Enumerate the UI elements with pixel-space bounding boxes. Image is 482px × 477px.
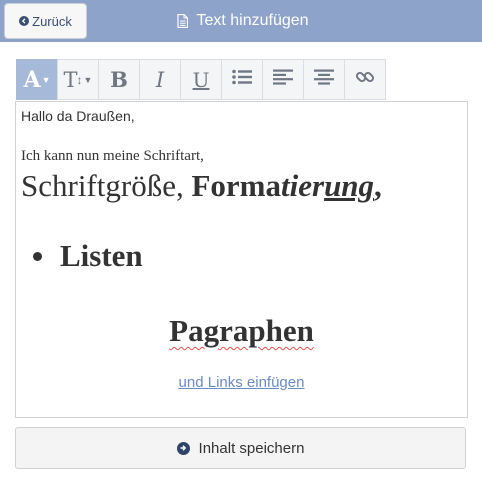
document-icon (177, 14, 189, 28)
editor-link[interactable]: und Links einfügen (16, 374, 467, 391)
list-item-text: Listen (60, 238, 143, 273)
caret-down-icon: ▼ (41, 74, 51, 85)
back-button[interactable]: Zurück (4, 3, 87, 39)
back-button-label: Zurück (32, 13, 72, 29)
bullet-list-button[interactable] (221, 59, 263, 100)
page-title-text: Text hinzufügen (196, 12, 309, 29)
font-size-icon: T (63, 67, 78, 92)
underline-button[interactable]: U (180, 59, 222, 100)
font-color-icon: A (23, 66, 41, 93)
save-button-label: Inhalt speichern (198, 439, 305, 457)
text-comma: , (374, 168, 382, 203)
arrow-right-circle-icon (176, 441, 190, 455)
font-size-button[interactable]: T ↕ ▼ (57, 59, 99, 100)
font-color-button[interactable]: A ▼ (16, 59, 58, 100)
link-icon (355, 68, 375, 91)
bold-button[interactable]: B (98, 59, 140, 100)
align-center-button[interactable] (303, 59, 345, 100)
editor-line-intro: Ich kann nun meine Schriftart, (21, 148, 204, 164)
italic-icon: I (155, 67, 165, 92)
bullet-icon (33, 251, 42, 261)
editor-paragraph-heading: Pagraphen (169, 313, 314, 348)
text-editor-area[interactable]: Hallo da Draußen, Ich kann nun meine Sch… (15, 101, 468, 418)
align-left-button[interactable] (262, 59, 304, 100)
text-height-icon: ↕ (76, 72, 83, 87)
list-item: Listen (33, 238, 143, 274)
text-bold-italic: tier (281, 168, 325, 203)
underline-icon: U (192, 67, 210, 92)
bold-icon: B (110, 67, 128, 92)
chevron-left-circle-icon (19, 16, 30, 26)
save-content-button[interactable]: Inhalt speichern (15, 427, 466, 469)
text-underlined: ung (324, 168, 375, 203)
editor-line-formatting: Schriftgröße, Formatierung, (21, 168, 382, 204)
text-plain: Schriftgröße, (21, 168, 192, 203)
text-bold: Forma (191, 168, 281, 203)
caret-down-icon: ▼ (83, 74, 93, 85)
align-center-icon (314, 69, 334, 90)
link-button[interactable] (344, 59, 386, 100)
bullet-list-icon (232, 69, 252, 90)
editor-line-greeting: Hallo da Draußen, (21, 108, 135, 124)
italic-button[interactable]: I (139, 59, 181, 100)
formatting-toolbar: A ▼ T ↕ ▼ B I U (16, 59, 386, 100)
align-left-icon (273, 69, 293, 90)
